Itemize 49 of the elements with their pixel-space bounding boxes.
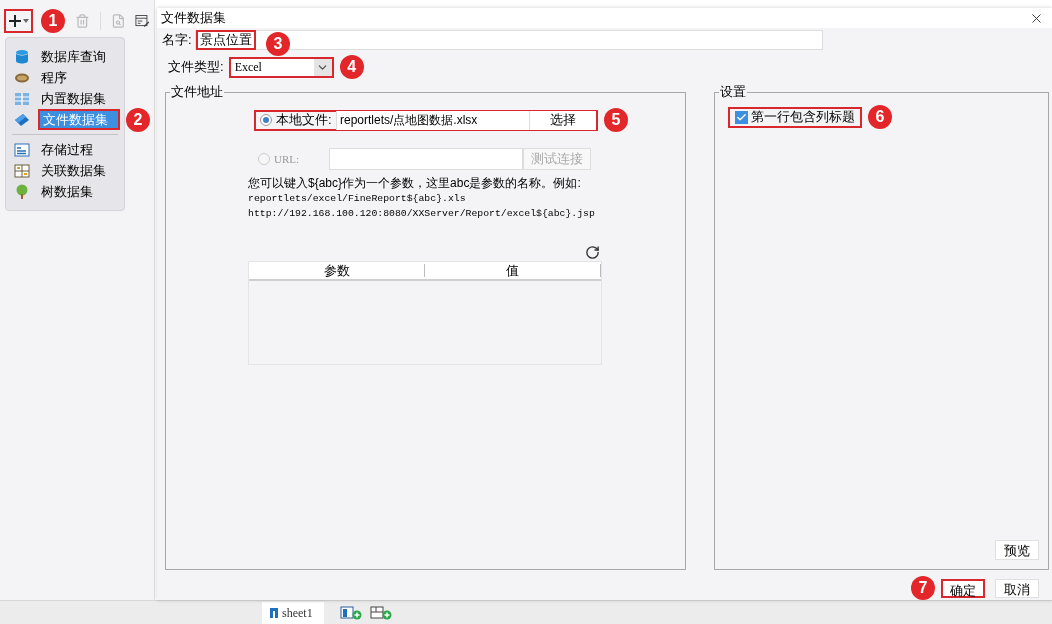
diamond-icon — [14, 111, 30, 128]
hint-text: reportlets/excel/FineReport${abc}.xls — [248, 192, 467, 206]
settings-legend: 设置 — [719, 84, 747, 100]
database-icon — [14, 48, 30, 65]
caret-icon — [23, 19, 29, 23]
sheet-icon — [270, 608, 278, 618]
menu-item[interactable]: 内置数据集 — [38, 88, 109, 109]
callout-badge: 7 — [911, 576, 935, 600]
plus-icon — [8, 14, 22, 28]
menu-item[interactable]: 程序 — [38, 67, 70, 88]
checkbox-label: 第一行包含列标题 — [751, 108, 855, 127]
menu-item[interactable]: 关联数据集 — [38, 160, 109, 181]
preview-button[interactable]: 预览 — [995, 540, 1039, 560]
choose-button[interactable]: 选择 — [530, 110, 596, 130]
callout-badge: 4 — [339, 55, 364, 79]
refresh-icon[interactable] — [585, 245, 600, 260]
dialog-button[interactable]: 确定 — [941, 578, 985, 598]
add-form-icon[interactable] — [370, 606, 392, 620]
url-field[interactable] — [329, 148, 523, 170]
callout-badge: 1 — [41, 9, 65, 33]
hint-text: 您可以键入${abc}作为一个参数，这里abc是参数的名称。例如: — [248, 176, 582, 191]
local-file-field[interactable]: reportlets/点地图数据.xlsx — [336, 110, 530, 130]
callout-badge: 3 — [266, 32, 290, 56]
table-edit-icon[interactable] — [135, 13, 150, 29]
list-icon — [14, 141, 30, 158]
menu-item[interactable]: 树数据集 — [38, 181, 96, 202]
grid-icon — [14, 162, 30, 179]
file-type-select[interactable]: Excel — [228, 56, 334, 78]
url-label: URL: — [274, 151, 301, 167]
file-type-label: 文件类型: — [168, 58, 224, 77]
tree-icon — [14, 183, 30, 200]
column-header: 值 — [425, 264, 601, 277]
menu-item[interactable]: 存储过程 — [38, 139, 96, 160]
callout-badge: 6 — [868, 105, 892, 129]
callout-badge: 5 — [604, 108, 628, 132]
file-address-legend: 文件地址 — [170, 84, 224, 100]
name-label: 名字: — [162, 31, 192, 50]
column-header: 参数 — [249, 264, 425, 277]
local-file-label: 本地文件: — [276, 111, 333, 130]
table-icon — [14, 90, 30, 107]
hint-text: http://192.168.100.120:8080/XXServer/Report/excel${abc}.jsp — [248, 207, 596, 221]
radio-button[interactable] — [260, 114, 272, 126]
window-title: 文件数据集 — [161, 9, 226, 28]
add-button[interactable] — [4, 9, 33, 33]
dialog-button[interactable]: 取消 — [995, 578, 1039, 598]
sheet-tab[interactable]: sheet1 — [262, 602, 324, 624]
menu-item[interactable]: 数据库查询 — [38, 46, 109, 67]
checkbox[interactable] — [735, 110, 748, 124]
add-sheet-icon[interactable] — [340, 606, 362, 620]
